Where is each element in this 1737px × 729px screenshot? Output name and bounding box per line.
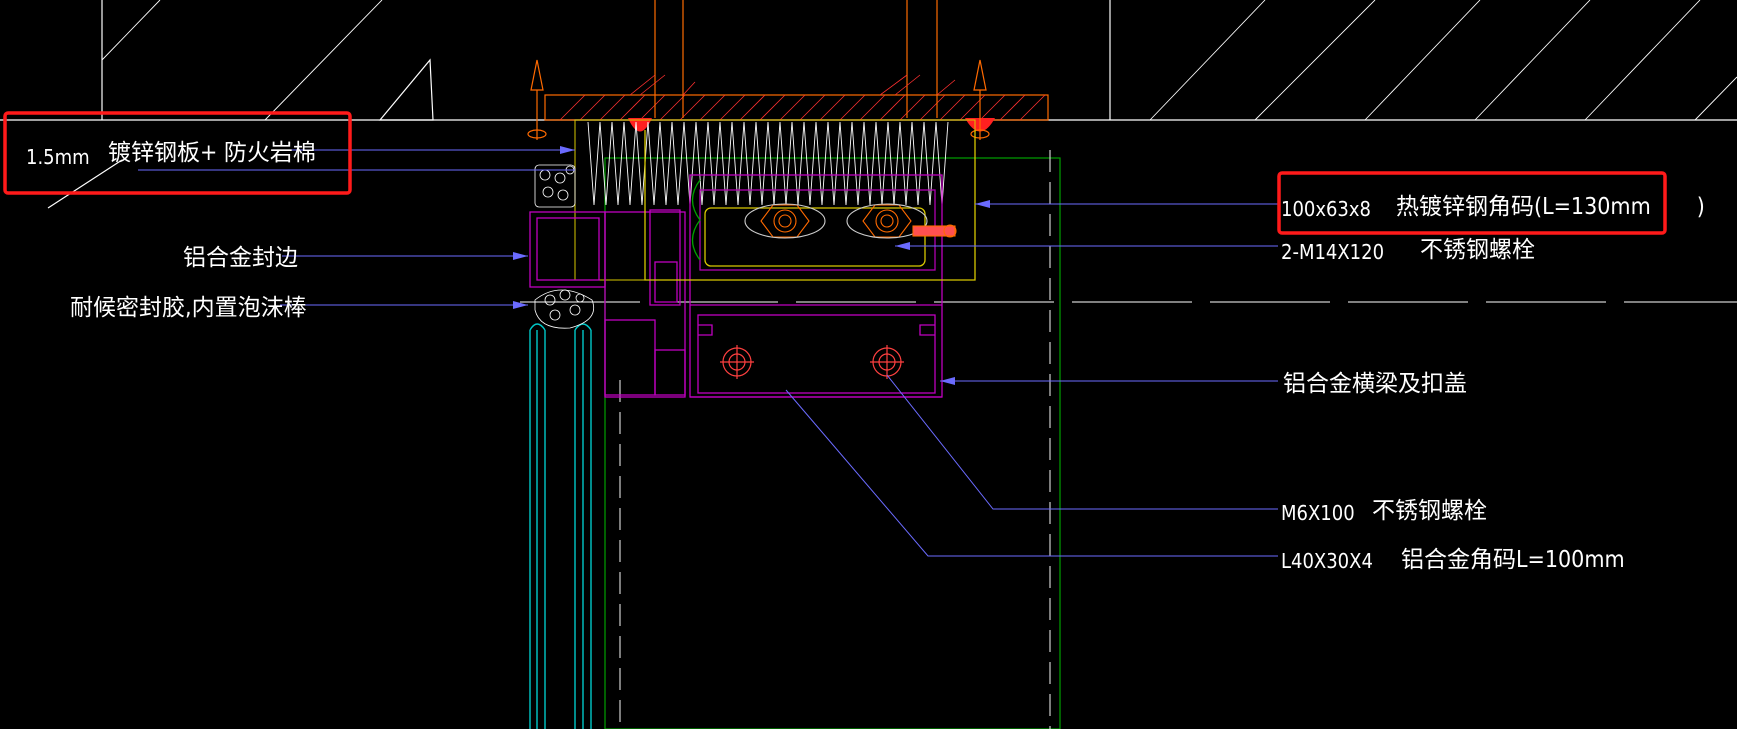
hex-bolt-icon (744, 203, 826, 239)
glass-unit (529, 323, 592, 729)
rock-wool (574, 119, 976, 281)
label-aluminum-edge: 铝合金封边 (183, 245, 298, 271)
label-sealant: 耐候密封胶,内置泡沫棒 (70, 295, 307, 321)
foam-rod (534, 164, 595, 329)
label-angle-desc: 热镀锌钢角码(L=130mm ) (1396, 194, 1705, 220)
label-plate-thickness: 1.5mm (26, 145, 90, 169)
label-steel-plate: 镀锌钢板+ 防火岩棉 (108, 140, 316, 166)
label-transom: 铝合金横梁及扣盖 (1283, 371, 1467, 397)
steel-plate (544, 0, 1049, 132)
label-bolt-m6-desc: 不锈钢螺栓 (1372, 498, 1487, 524)
label-bolt-m6-size: M6X100 (1281, 501, 1355, 525)
label-alu-angle-size: L40X30X4 (1281, 549, 1373, 573)
m6-bolt-icon (870, 345, 904, 379)
screw-icon (912, 224, 957, 238)
concrete-slab (0, 0, 1737, 209)
mullion (604, 150, 1061, 729)
anchor-bolt-icon (527, 59, 547, 140)
label-bolt-m14-desc: 不锈钢螺栓 (1420, 237, 1535, 263)
m6-bolt-icon (720, 345, 754, 379)
clip (691, 179, 701, 261)
label-bolt-m14-size: 2-M14X120 (1281, 240, 1384, 264)
cad-drawing: 1.5mm 镀锌钢板+ 防火岩棉 铝合金封边 耐候密封胶,内置泡沫棒 100x6… (0, 0, 1737, 729)
leader-lines (138, 146, 1278, 557)
label-angle-size: 100x63x8 (1281, 197, 1371, 221)
label-alu-angle-desc: 铝合金角码L=100mm (1401, 547, 1625, 573)
